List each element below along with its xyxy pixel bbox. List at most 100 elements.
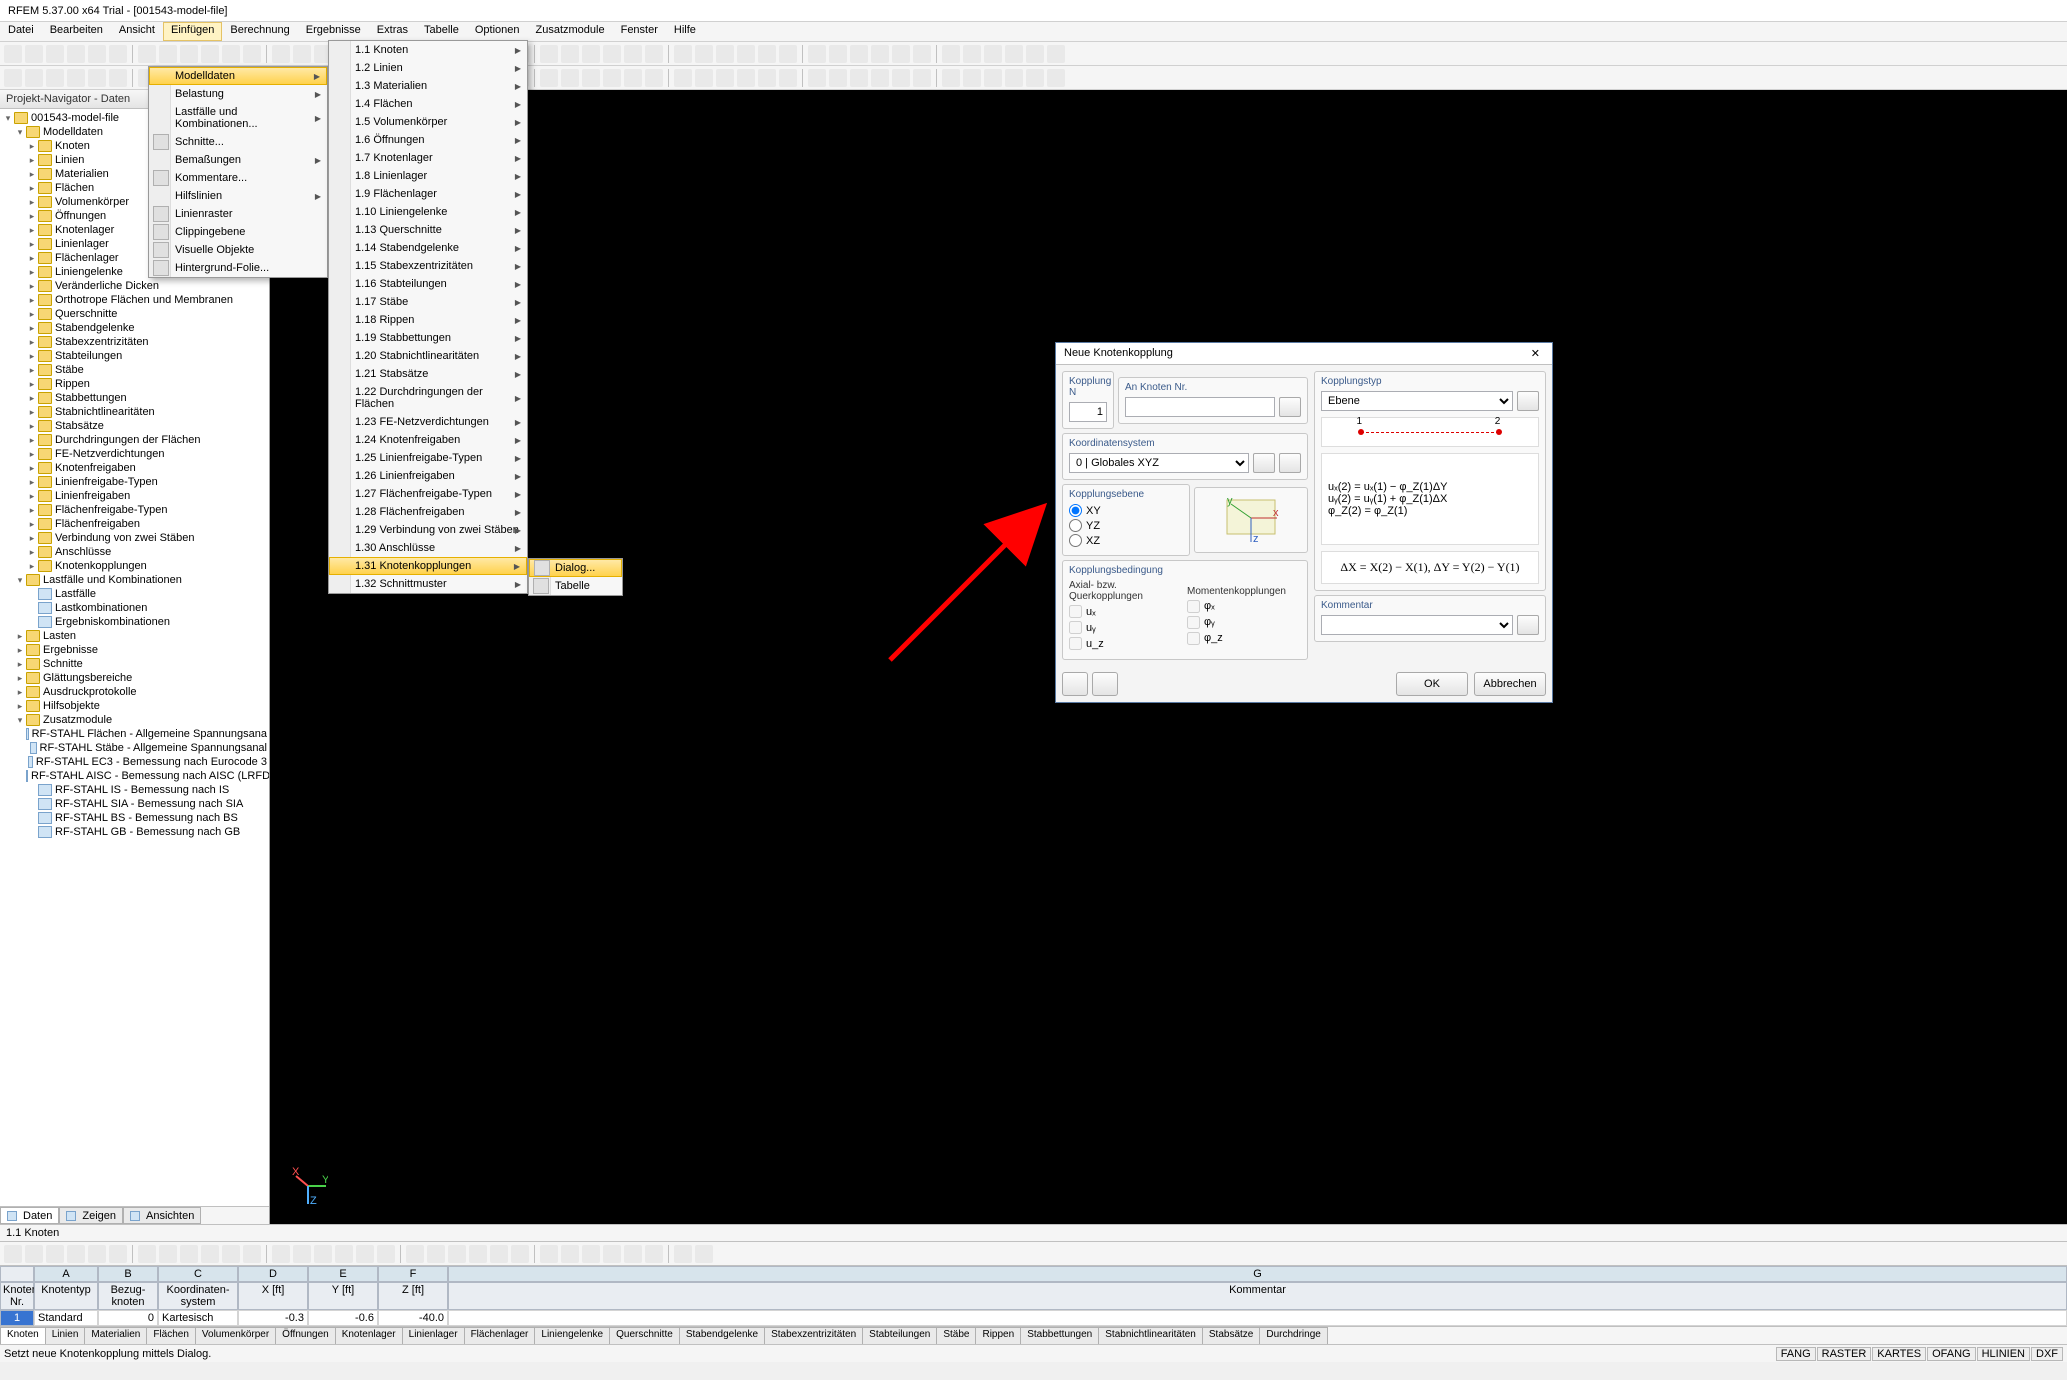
toolbar-button[interactable] bbox=[314, 1245, 332, 1263]
toolbar-button[interactable] bbox=[603, 1245, 621, 1263]
toolbar-button[interactable] bbox=[913, 69, 931, 87]
menu-item[interactable]: 1.2 Linien▶ bbox=[329, 59, 527, 77]
toolbar-button[interactable] bbox=[624, 1245, 642, 1263]
menu-item[interactable]: 1.24 Knotenfreigaben▶ bbox=[329, 431, 527, 449]
coupling-type-lib-button[interactable] bbox=[1517, 391, 1539, 411]
column-header[interactable]: Z [ft] bbox=[378, 1282, 448, 1310]
menu-item[interactable]: 1.16 Stabteilungen▶ bbox=[329, 275, 527, 293]
menu-extras[interactable]: Extras bbox=[369, 22, 416, 41]
status-toggle-fang[interactable]: FANG bbox=[1776, 1347, 1816, 1361]
table-tab[interactable]: Volumenkörper bbox=[195, 1327, 276, 1344]
menu-fenster[interactable]: Fenster bbox=[613, 22, 666, 41]
tree-item[interactable]: ▸Knotenfreigaben bbox=[2, 461, 267, 475]
column-header[interactable]: Knoten Nr. bbox=[0, 1282, 34, 1310]
column-header[interactable]: Knotentyp bbox=[34, 1282, 98, 1310]
toolbar-button[interactable] bbox=[1026, 45, 1044, 63]
table-tab[interactable]: Liniengelenke bbox=[534, 1327, 610, 1344]
toolbar-button[interactable] bbox=[582, 1245, 600, 1263]
toolbar-button[interactable] bbox=[67, 1245, 85, 1263]
toolbar-button[interactable] bbox=[758, 69, 776, 87]
menu-item[interactable]: 1.28 Flächenfreigaben▶ bbox=[329, 503, 527, 521]
column-header[interactable]: Y [ft] bbox=[308, 1282, 378, 1310]
status-toggle-hlinien[interactable]: HLINIEN bbox=[1977, 1347, 2030, 1361]
table-tab[interactable]: Rippen bbox=[975, 1327, 1021, 1344]
toolbar-button[interactable] bbox=[109, 45, 127, 63]
tree-item[interactable]: ▸Linienfreigabe-Typen bbox=[2, 475, 267, 489]
ok-button[interactable]: OK bbox=[1396, 672, 1468, 696]
toolbar-button[interactable] bbox=[674, 69, 692, 87]
phi-checkbox[interactable]: φᵧ bbox=[1187, 616, 1301, 629]
status-toggle-ofang[interactable]: OFANG bbox=[1927, 1347, 1976, 1361]
menu-item[interactable]: 1.10 Liniengelenke▶ bbox=[329, 203, 527, 221]
toolbar-button[interactable] bbox=[892, 69, 910, 87]
tree-item[interactable]: ▸Durchdringungen der Flächen bbox=[2, 433, 267, 447]
menu-item[interactable]: Lastfälle und Kombinationen...▶ bbox=[149, 103, 327, 133]
table-tab[interactable]: Stabnichtlinearitäten bbox=[1098, 1327, 1203, 1344]
toolbar-button[interactable] bbox=[293, 45, 311, 63]
help-button[interactable] bbox=[1062, 672, 1088, 696]
toolbar-button[interactable] bbox=[490, 1245, 508, 1263]
toolbar-button[interactable] bbox=[159, 1245, 177, 1263]
tree-item[interactable]: ▸Linienfreigaben bbox=[2, 489, 267, 503]
menu-item[interactable]: 1.22 Durchdringungen der Flächen▶ bbox=[329, 383, 527, 413]
menu-item[interactable]: Tabelle bbox=[529, 577, 622, 595]
toolbar-button[interactable] bbox=[25, 69, 43, 87]
column-header[interactable]: E bbox=[308, 1266, 378, 1282]
u-checkbox[interactable]: uᵧ bbox=[1069, 621, 1183, 634]
toolbar-button[interactable] bbox=[674, 45, 692, 63]
tree-item[interactable]: ▸Stabteilungen bbox=[2, 349, 267, 363]
menu-item[interactable]: 1.13 Querschnitte▶ bbox=[329, 221, 527, 239]
toolbar-button[interactable] bbox=[448, 1245, 466, 1263]
tree-item[interactable]: RF-STAHL GB - Bemessung nach GB bbox=[2, 825, 267, 839]
toolbar-button[interactable] bbox=[963, 69, 981, 87]
plane-radio-xz[interactable]: XZ bbox=[1069, 534, 1183, 547]
tree-item[interactable]: ▸Ergebnisse bbox=[2, 643, 267, 657]
toolbar-button[interactable] bbox=[469, 1245, 487, 1263]
toolbar-button[interactable] bbox=[540, 1245, 558, 1263]
column-header[interactable]: A bbox=[34, 1266, 98, 1282]
menu-item[interactable]: 1.29 Verbindung von zwei Stäben▶ bbox=[329, 521, 527, 539]
table-tab[interactable]: Stabsätze bbox=[1202, 1327, 1260, 1344]
toolbar-button[interactable] bbox=[645, 45, 663, 63]
comment-input[interactable] bbox=[1321, 615, 1513, 635]
menu-item[interactable]: 1.17 Stäbe▶ bbox=[329, 293, 527, 311]
table-tab[interactable]: Materialien bbox=[84, 1327, 147, 1344]
menu-item[interactable]: 1.20 Stabnichtlinearitäten▶ bbox=[329, 347, 527, 365]
menu-item[interactable]: Visuelle Objekte bbox=[149, 241, 327, 259]
tree-item[interactable]: ▸Flächenfreigaben bbox=[2, 517, 267, 531]
tree-item[interactable]: RF-STAHL AISC - Bemessung nach AISC (LRF… bbox=[2, 769, 267, 783]
menu-item[interactable]: Clippingebene bbox=[149, 223, 327, 241]
toolbar-button[interactable] bbox=[1026, 69, 1044, 87]
menu-item[interactable]: 1.9 Flächenlager▶ bbox=[329, 185, 527, 203]
toolbar-button[interactable] bbox=[25, 1245, 43, 1263]
column-header[interactable]: F bbox=[378, 1266, 448, 1282]
menu-item[interactable]: 1.21 Stabsätze▶ bbox=[329, 365, 527, 383]
toolbar-button[interactable] bbox=[871, 45, 889, 63]
pick-nodes-button[interactable] bbox=[1279, 397, 1301, 417]
coupling-nr-input[interactable] bbox=[1069, 402, 1107, 422]
toolbar-button[interactable] bbox=[1047, 69, 1065, 87]
table-tab[interactable]: Flächenlager bbox=[464, 1327, 536, 1344]
menu-item[interactable]: 1.15 Stabexzentrizitäten▶ bbox=[329, 257, 527, 275]
menu-item[interactable]: Dialog... bbox=[529, 559, 622, 577]
table-tab[interactable]: Knotenlager bbox=[335, 1327, 403, 1344]
table-cell[interactable] bbox=[448, 1310, 2067, 1326]
comment-pick-button[interactable] bbox=[1517, 615, 1539, 635]
toolbar-button[interactable] bbox=[913, 45, 931, 63]
table-tab[interactable]: Linienlager bbox=[402, 1327, 465, 1344]
menu-item[interactable]: 1.5 Volumenkörper▶ bbox=[329, 113, 527, 131]
dialog-close-button[interactable]: ✕ bbox=[1527, 347, 1544, 360]
menu-datei[interactable]: Datei bbox=[0, 22, 42, 41]
toolbar-button[interactable] bbox=[561, 1245, 579, 1263]
toolbar-button[interactable] bbox=[4, 1245, 22, 1263]
tree-item[interactable]: ▸Stabexzentrizitäten bbox=[2, 335, 267, 349]
tree-item[interactable]: ▸Hilfsobjekte bbox=[2, 699, 267, 713]
menu-item[interactable]: Bemaßungen▶ bbox=[149, 151, 327, 169]
plane-radio-yz[interactable]: YZ bbox=[1069, 519, 1183, 532]
toolbar-button[interactable] bbox=[180, 1245, 198, 1263]
on-nodes-input[interactable] bbox=[1125, 397, 1275, 417]
toolbar-button[interactable] bbox=[222, 45, 240, 63]
menu-item[interactable]: 1.3 Materialien▶ bbox=[329, 77, 527, 95]
toolbar-button[interactable] bbox=[201, 45, 219, 63]
menu-item[interactable]: 1.26 Linienfreigaben▶ bbox=[329, 467, 527, 485]
